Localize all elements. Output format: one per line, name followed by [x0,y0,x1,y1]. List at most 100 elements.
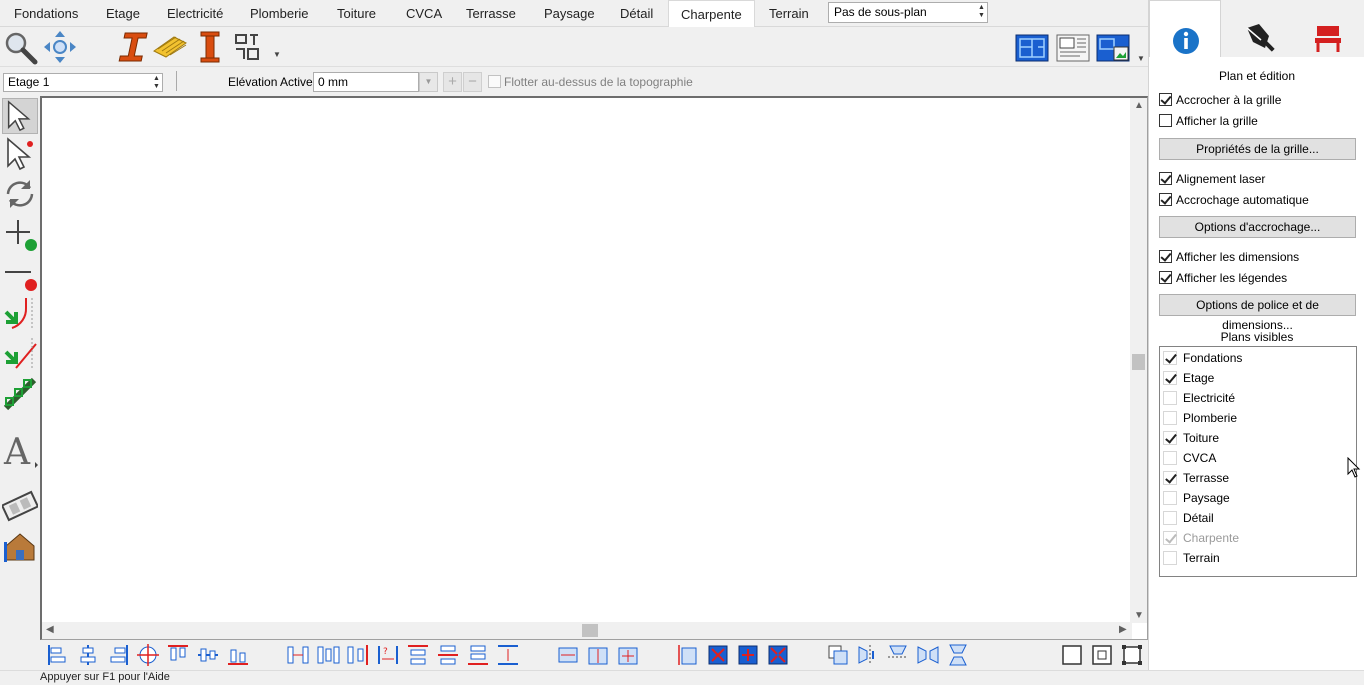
distribute-bottom-icon[interactable] [466,643,490,667]
plan-item-paysage[interactable]: Paysage [1163,490,1230,508]
distribute-top-icon[interactable] [406,643,430,667]
tab-drawing[interactable] [1221,0,1293,57]
framing-layout-icon[interactable] [232,29,268,65]
plan-item-fondations[interactable]: Fondations [1163,350,1242,368]
plan-view-icon[interactable] [1014,29,1050,65]
scroll-down-icon[interactable]: ▼ [1134,610,1144,621]
checkbox[interactable] [1163,391,1177,405]
expand-icon[interactable] [736,643,760,667]
shrink-icon[interactable] [766,643,790,667]
show-grid-row[interactable]: Afficher la grille [1159,114,1258,130]
delete-point-icon[interactable] [2,256,38,292]
checkbox[interactable] [1163,411,1177,425]
checkbox[interactable] [1163,371,1177,385]
checkbox[interactable] [1163,491,1177,505]
tab-terrasse[interactable]: Terrasse [466,0,516,27]
visible-plans-list[interactable]: Fondations Etage Electricité Plomberie T… [1159,346,1357,577]
resize-both-icon[interactable] [616,643,640,667]
tab-cvca[interactable]: CVCA [406,0,442,27]
mirror-h-icon[interactable] [916,643,940,667]
checkbox[interactable] [1159,172,1172,185]
checkbox[interactable] [1159,114,1172,127]
space-h-icon[interactable]: ? [376,643,400,667]
checkbox[interactable] [1159,93,1172,106]
checkbox[interactable] [1159,271,1172,284]
space-v-icon[interactable] [496,643,520,667]
mirror-v-icon[interactable] [946,643,970,667]
align-center-icon[interactable] [76,643,100,667]
post-icon[interactable] [192,29,228,65]
auto-snap-row[interactable]: Accrochage automatique [1159,193,1309,209]
checkbox[interactable] [1163,511,1177,525]
snap-grid-row[interactable]: Accrocher à la grille [1159,93,1281,109]
checkbox[interactable] [1163,451,1177,465]
tab-detail[interactable]: Détail [620,0,653,27]
snap-options-button[interactable]: Options d'accrochage... [1159,216,1356,238]
plus-icon[interactable]: + [443,72,462,92]
chamfer-icon[interactable] [2,336,38,372]
reflect-h-icon[interactable] [856,643,880,667]
vertical-scrollbar[interactable]: ▲ ▼ [1130,98,1147,623]
align-bottom-icon[interactable] [226,643,250,667]
layout-view-icon[interactable] [1055,29,1091,65]
copy-icon[interactable] [826,643,850,667]
align-left-icon[interactable] [46,643,70,667]
select-pointer-icon[interactable] [2,136,38,172]
align-right-icon[interactable] [106,643,130,667]
tab-toiture[interactable]: Toiture [337,0,376,27]
tab-fondations[interactable]: Fondations [14,0,78,27]
horizontal-scrollbar[interactable]: ◀ ▶ [42,622,1132,639]
drawing-canvas[interactable]: ▲ ▼ ◀ ▶ [40,96,1148,640]
checkbox[interactable] [1163,551,1177,565]
level-select[interactable]: Etage 1 ▲ ▼ [3,73,163,92]
tab-electricite[interactable]: Electricité [167,0,223,27]
plan-item-terrain[interactable]: Terrain [1163,550,1220,568]
tab-etage[interactable]: Etage [106,0,140,27]
checkbox[interactable] [1159,250,1172,263]
frame-corners-icon[interactable] [1120,643,1144,667]
plan-item-detail[interactable]: Détail [1163,510,1214,528]
show-legends-row[interactable]: Afficher les légendes [1159,271,1287,287]
distribute-h-icon[interactable] [286,643,310,667]
plan-item-toiture[interactable]: Toiture [1163,430,1219,448]
float-checkbox[interactable] [488,75,501,88]
stretch-height-icon[interactable] [676,643,700,667]
dropdown-arrow-icon[interactable]: ▼ [1137,54,1145,63]
film-icon[interactable] [2,488,38,524]
distribute-right-icon[interactable] [346,643,370,667]
plan-item-plomberie[interactable]: Plomberie [1163,410,1237,428]
distribute-vmid-icon[interactable] [436,643,460,667]
scroll-thumb[interactable] [1132,354,1145,370]
tab-charpente[interactable]: Charpente [668,0,755,28]
steel-beam-icon[interactable] [112,29,148,65]
align-middle-icon[interactable] [196,643,220,667]
resize-width-icon[interactable] [556,643,580,667]
zoom-icon[interactable] [2,29,38,65]
subplan-select[interactable]: Pas de sous-plan ▲ ▼ [828,2,988,23]
scroll-left-icon[interactable]: ◀ [46,624,54,635]
house-icon[interactable] [2,528,38,564]
scroll-thumb[interactable] [582,624,598,637]
reflect-v-icon[interactable] [886,643,910,667]
pan-icon[interactable] [42,29,78,65]
laser-align-row[interactable]: Alignement laser [1159,172,1265,188]
frame-grouped-icon[interactable] [1090,643,1114,667]
show-dimensions-row[interactable]: Afficher les dimensions [1159,250,1299,266]
plan-item-terrasse[interactable]: Terrasse [1163,470,1229,488]
minus-icon[interactable]: − [463,72,482,92]
plan-item-electricite[interactable]: Electricité [1163,390,1235,408]
tab-info[interactable] [1149,0,1221,57]
joists-icon[interactable] [152,29,188,65]
scroll-up-icon[interactable]: ▲ [1134,100,1144,111]
plan-item-cvca[interactable]: CVCA [1163,450,1216,468]
checkbox[interactable] [1163,431,1177,445]
tab-terrain[interactable]: Terrain [769,0,809,27]
text-icon[interactable]: A [2,432,38,468]
checkbox[interactable] [1159,193,1172,206]
checkbox[interactable] [1163,471,1177,485]
tab-plomberie[interactable]: Plomberie [250,0,309,27]
frame-icon[interactable] [1060,643,1084,667]
resize-height-icon[interactable] [586,643,610,667]
fillet-icon[interactable] [2,296,38,332]
grid-properties-button[interactable]: Propriétés de la grille... [1159,138,1356,160]
